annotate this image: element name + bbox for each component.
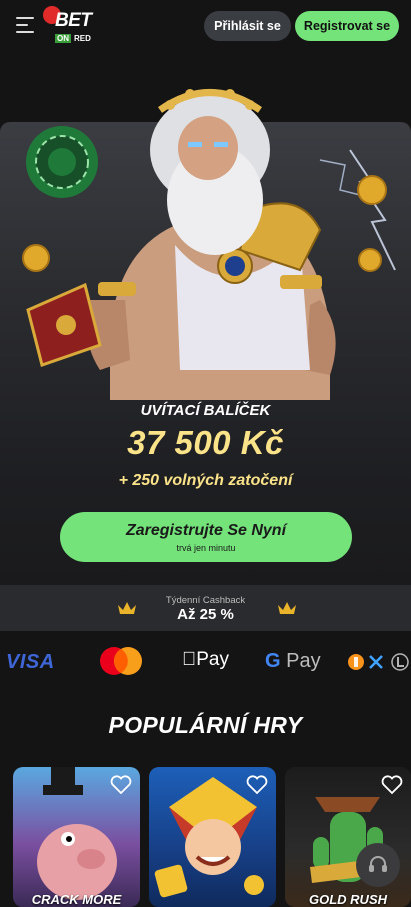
- support-chat-button[interactable]: [356, 843, 400, 887]
- apple-icon: : [182, 649, 196, 670]
- xrp-icon: [369, 655, 383, 669]
- cashback-label: Týdenní Cashback: [165, 595, 246, 606]
- game-card[interactable]: [149, 767, 276, 907]
- favorite-heart-icon[interactable]: [246, 775, 268, 795]
- login-button[interactable]: Přihlásit se: [204, 11, 291, 41]
- google-pay-text: Pay: [286, 650, 321, 672]
- brand-logo[interactable]: BET ON RED: [43, 6, 105, 46]
- weekly-cashback-bar[interactable]: Týdenní Cashback Až 25 %: [0, 585, 411, 631]
- apple-pay-logo: Pay: [182, 649, 229, 671]
- hamburger-menu-icon[interactable]: [16, 17, 36, 33]
- bitcoin-icon: [348, 654, 364, 670]
- headset-icon: [369, 856, 387, 872]
- casino-chip-icon: [26, 126, 98, 198]
- crypto-logos: [348, 653, 409, 671]
- apple-pay-text: Pay: [182, 649, 229, 670]
- popular-games-heading: POPULÁRNÍ HRY: [108, 712, 303, 738]
- game-card[interactable]: GOLD RUSH: [285, 767, 411, 907]
- logo-bet-text: BET: [55, 10, 92, 31]
- favorite-heart-icon[interactable]: [381, 775, 403, 795]
- register-now-button[interactable]: Zaregistrujte Se Nyní trvá jen minutu: [60, 512, 352, 562]
- crown-icon: [278, 602, 296, 614]
- promo-title: UVÍTACÍ BALÍČEK: [140, 402, 271, 419]
- cta-label: Zaregistrujte Se Nyní: [125, 521, 287, 539]
- zeus-hero-illustration: [22, 89, 396, 400]
- cashback-value: Až 25 %: [177, 606, 234, 623]
- payment-methods-strip: VISA Pay G Pay: [0, 631, 411, 693]
- google-pay-logo: G Pay: [265, 650, 321, 673]
- cta-sublabel: trvá jen minutu: [176, 542, 236, 553]
- mastercard-logo: [100, 647, 142, 675]
- register-button[interactable]: Registrovat se: [295, 11, 399, 41]
- visa-logo: VISA: [6, 651, 55, 673]
- logo-on-text: ON: [55, 34, 71, 43]
- google-g-icon: G: [265, 650, 281, 672]
- favorite-heart-icon[interactable]: [110, 775, 132, 795]
- promo-free-spins: + 250 volných zatočení: [118, 472, 293, 489]
- promo-amount: 37 500 Kč: [127, 424, 284, 461]
- litecoin-icon: [391, 653, 409, 671]
- hero-banner: UVÍTACÍ BALÍČEK 37 500 Kč + 250 volných …: [0, 52, 411, 585]
- top-bar: BET ON RED Přihlásit se Registrovat se: [0, 0, 411, 52]
- logo-red-text: RED: [74, 34, 91, 43]
- game-card[interactable]: CRACK MORE: [13, 767, 140, 907]
